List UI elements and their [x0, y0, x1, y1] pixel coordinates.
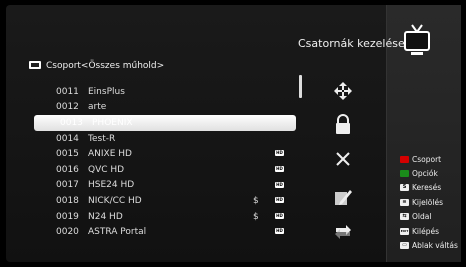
channel-row[interactable]: 0020 ASTRA Portal HD: [30, 224, 300, 240]
legend-label: Csoport: [412, 154, 442, 164]
legend-label: Opciók: [412, 169, 438, 179]
legend-label: Keresés: [412, 183, 442, 193]
channel-row[interactable]: 0012 arte: [30, 100, 300, 116]
channel-name: N24 HD: [88, 211, 123, 222]
channel-row[interactable]: 0017 HSE24 HD HD: [30, 178, 300, 194]
channel-name: Test-R: [88, 133, 116, 144]
group-label: Csoport<Összes műhold>: [46, 60, 165, 71]
channel-list: 0011 EinsPlus 0012 arte 0013 PHOENIX 0014 Test-…: [30, 84, 300, 240]
legend-item: ▭ Ablak váltás: [400, 238, 458, 252]
satellite-dish-icon: [29, 61, 41, 69]
key-legend: Csoport Opciók S Keresés ≡ Kijelölés ⇆ Oldal EXI…: [400, 152, 458, 253]
channel-name: ANIXE HD: [88, 149, 132, 160]
remote-key-icon: [400, 155, 409, 163]
channel-number: 0012: [56, 102, 79, 113]
group-selector[interactable]: Csoport<Összes műhold>: [28, 60, 164, 71]
edit-icon[interactable]: [328, 184, 358, 210]
hd-badge-icon: HD: [275, 150, 284, 157]
delete-icon[interactable]: [328, 146, 358, 172]
legend-item: EXIT Kilépés: [400, 224, 458, 238]
channel-row[interactable]: 0014 Test-R: [30, 131, 300, 147]
hd-badge-icon: HD: [275, 181, 284, 188]
remote-key-icon: ≡: [400, 198, 409, 206]
remote-key-icon: [400, 170, 409, 178]
scrambled-marker: $: [253, 211, 259, 222]
remote-key-icon: S: [400, 184, 409, 192]
legend-label: Oldal: [412, 212, 432, 222]
channel-row[interactable]: 0013 PHOENIX: [34, 115, 296, 131]
page-title: Csatornák kezelése: [298, 37, 405, 50]
hd-badge-icon: HD: [275, 228, 284, 235]
scrambled-marker: $: [253, 195, 259, 206]
hd-badge-icon: HD: [275, 197, 284, 204]
hd-badge-icon: HD: [275, 165, 284, 172]
legend-item: ⇆ Oldal: [400, 210, 458, 224]
move-icon[interactable]: [328, 78, 358, 104]
hd-badge-icon: HD: [275, 212, 284, 219]
channel-number: 0017: [56, 180, 79, 191]
channel-name: arte: [88, 102, 107, 113]
channel-number: 0014: [56, 133, 79, 144]
legend-label: Kilépés: [412, 226, 439, 236]
channel-row[interactable]: 0019 N24 HD $ HD: [30, 209, 300, 225]
channel-number: 0015: [56, 149, 79, 160]
channel-number: 0013: [60, 117, 83, 128]
channel-number: 0019: [56, 211, 79, 222]
channel-number: 0016: [56, 164, 79, 175]
legend-item: Csoport: [400, 152, 458, 166]
channel-number: 0011: [56, 86, 79, 97]
channel-number: 0020: [56, 227, 79, 238]
channel-row[interactable]: 0015 ANIXE HD HD: [30, 146, 300, 162]
channel-number: 0018: [56, 195, 79, 206]
channel-name: NICK/CC HD: [88, 195, 142, 206]
tv-icon: [404, 24, 430, 55]
swap-icon[interactable]: [328, 218, 358, 244]
channel-name: ASTRA Portal: [88, 227, 147, 238]
remote-key-icon: EXIT: [400, 227, 409, 235]
channel-name: HSE24 HD: [88, 180, 135, 191]
channel-row[interactable]: 0016 QVC HD HD: [30, 162, 300, 178]
scrollbar[interactable]: [299, 75, 302, 98]
legend-label: Kijelölés: [412, 197, 443, 207]
channel-name: PHOENIX: [92, 117, 133, 128]
legend-item: ≡ Kijelölés: [400, 195, 458, 209]
channel-row[interactable]: 0011 EinsPlus: [30, 84, 300, 100]
remote-key-icon: ⇆: [400, 213, 409, 221]
legend-item: Opciók: [400, 166, 458, 180]
remote-key-icon: ▭: [400, 242, 409, 250]
channel-name: QVC HD: [88, 164, 125, 175]
lock-icon[interactable]: [328, 112, 358, 138]
legend-label: Ablak váltás: [412, 241, 458, 251]
channel-row[interactable]: 0018 NICK/CC HD $ HD: [30, 193, 300, 209]
legend-item: S Keresés: [400, 181, 458, 195]
channel-name: EinsPlus: [88, 86, 125, 97]
